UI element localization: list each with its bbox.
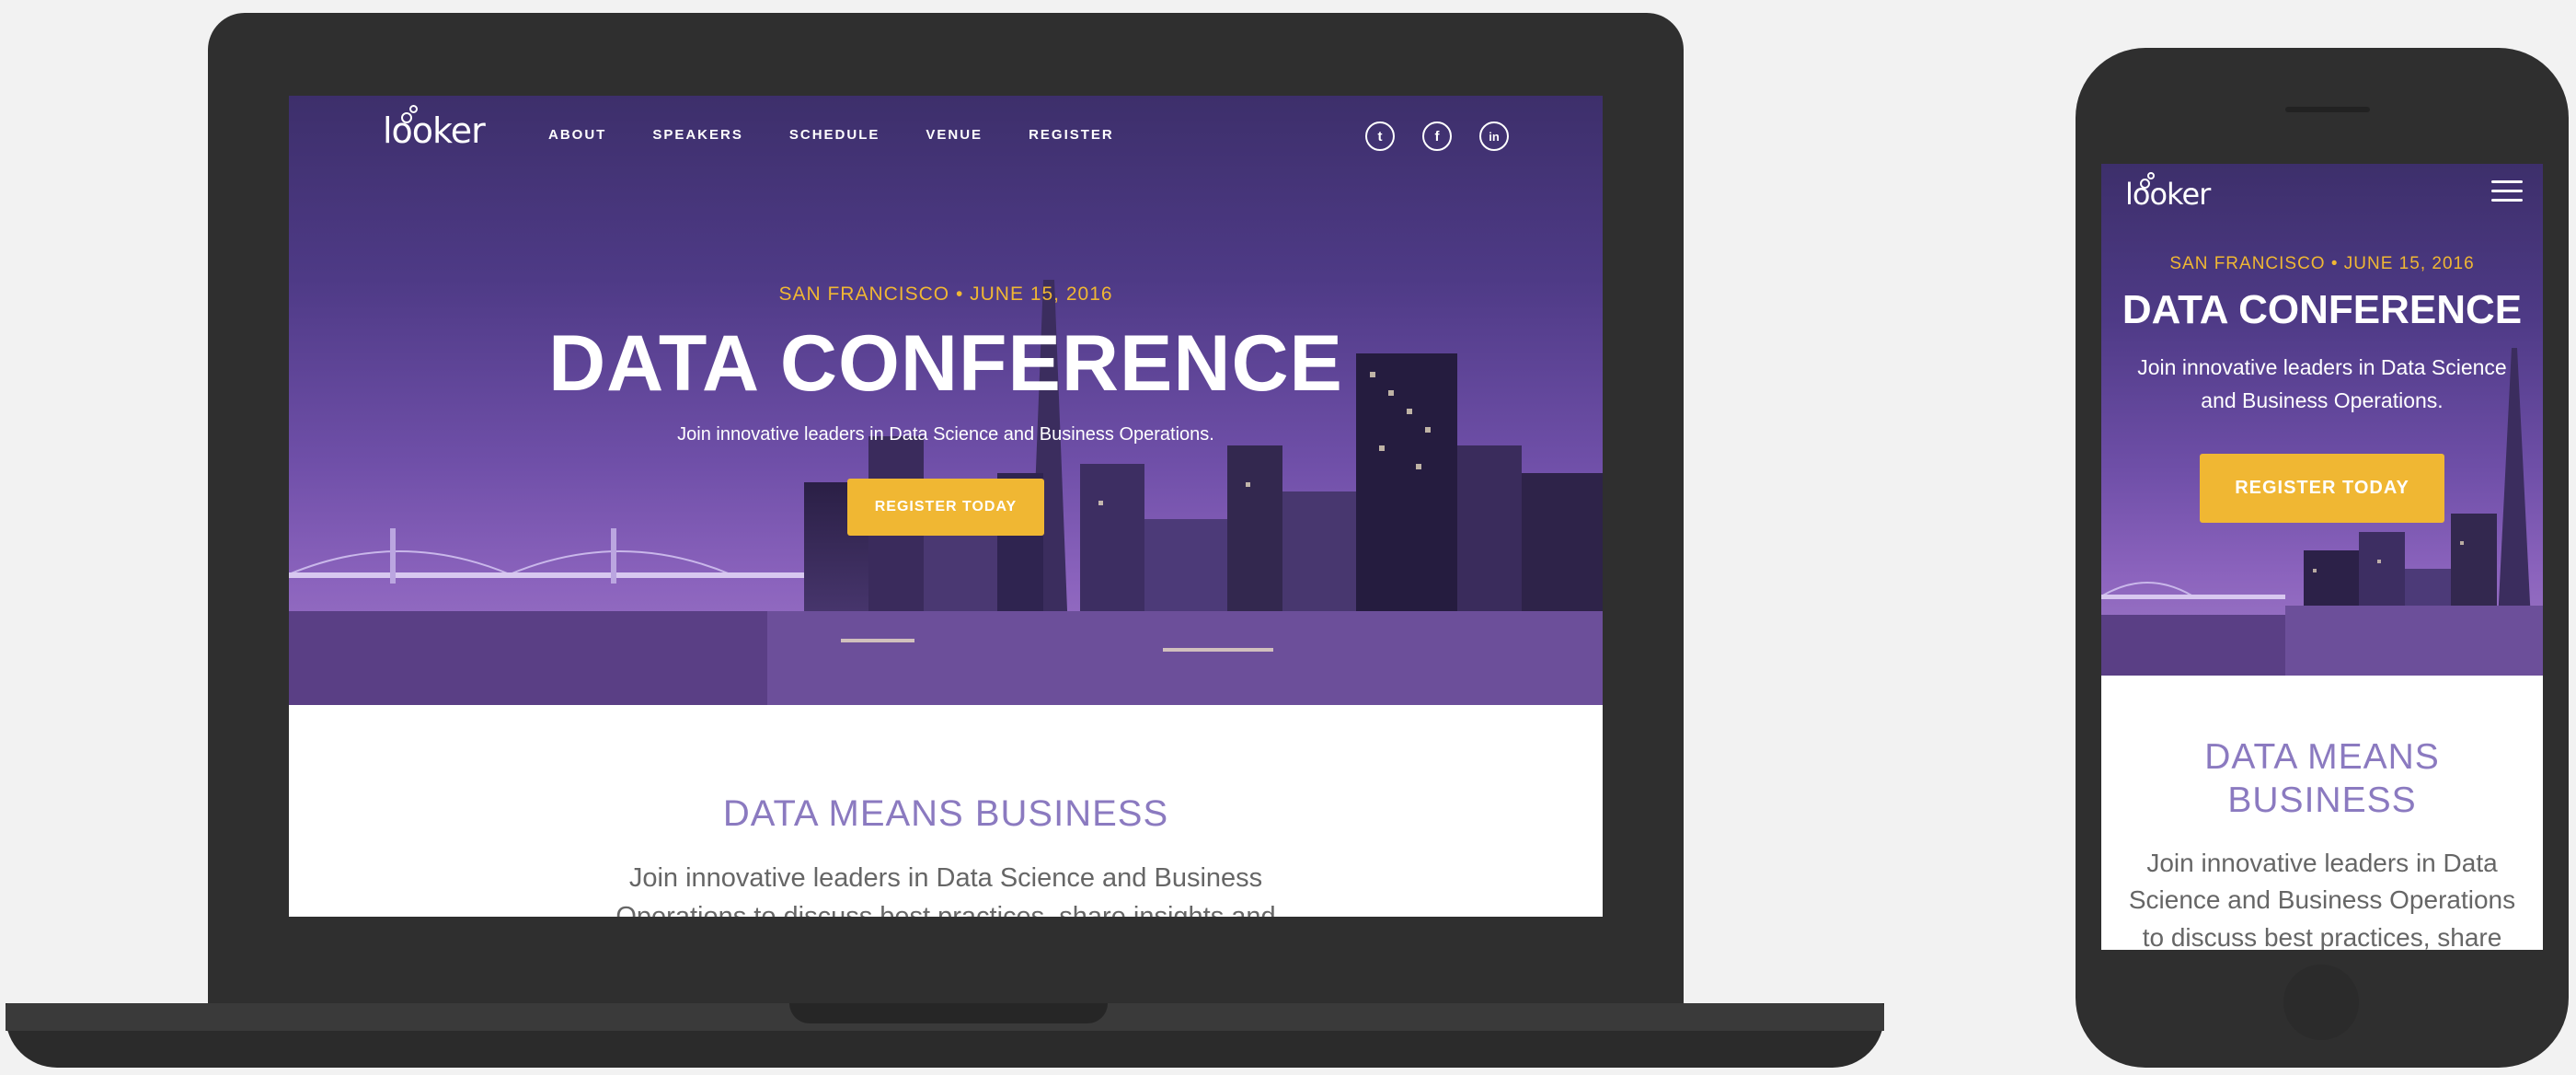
phone-home-button <box>2283 965 2359 1040</box>
section-text: Join innovative leaders in Data Science … <box>615 863 1275 917</box>
linkedin-icon[interactable]: in <box>1479 121 1509 151</box>
phone-speaker <box>2285 107 2370 112</box>
mobile-about-section: DATA MEANS BUSINESS Join innovative lead… <box>2101 676 2543 950</box>
laptop-base <box>6 1003 1884 1068</box>
phone-screen: looker SAN FRANCISCO • JUNE 15, 2016 DAT… <box>2101 164 2543 950</box>
about-section: DATA MEANS BUSINESS Join innovative lead… <box>289 705 1603 917</box>
mobile-hero-eyebrow: SAN FRANCISCO • JUNE 15, 2016 <box>2169 254 2475 273</box>
mobile-hero-content: SAN FRANCISCO • JUNE 15, 2016 DATA CONFE… <box>2101 254 2543 524</box>
mobile-section-text: Join innovative leaders in Data Science … <box>2128 848 2516 950</box>
mobile-register-today-button[interactable]: REGISTER TODAY <box>2200 454 2444 524</box>
device-mockup-stage: looker ABOUT SPEAKERS SCHEDULE VENUE REG… <box>0 0 2576 1075</box>
hamburger-menu-icon[interactable] <box>2491 180 2523 208</box>
nav-menu: ABOUT SPEAKERS SCHEDULE VENUE REGISTER <box>548 127 1160 143</box>
mobile-section-title: DATA MEANS BUSINESS <box>2204 737 2440 820</box>
hero-title: DATA CONFERENCE <box>548 319 1343 408</box>
hero-subtitle: Join innovative leaders in Data Science … <box>677 424 1214 445</box>
laptop-notch <box>789 1003 1108 1023</box>
nav-item-venue[interactable]: VENUE <box>926 127 983 143</box>
top-navigation: looker ABOUT SPEAKERS SCHEDULE VENUE REG… <box>289 96 1603 188</box>
hero-banner: looker ABOUT SPEAKERS SCHEDULE VENUE REG… <box>289 96 1603 705</box>
mobile-hero-banner: looker SAN FRANCISCO • JUNE 15, 2016 DAT… <box>2101 164 2543 676</box>
nav-item-register[interactable]: REGISTER <box>1029 127 1114 143</box>
logo-text: looker <box>383 110 486 151</box>
logo-ring-small-icon <box>409 105 418 113</box>
mobile-logo-ring-small-icon <box>2147 172 2155 179</box>
section-title: DATA MEANS BUSINESS <box>722 793 1169 834</box>
facebook-icon[interactable]: f <box>1422 121 1452 151</box>
hero-content: SAN FRANCISCO • JUNE 15, 2016 DATA CONFE… <box>289 283 1603 536</box>
laptop-screen: looker ABOUT SPEAKERS SCHEDULE VENUE REG… <box>289 96 1603 917</box>
looker-logo[interactable]: looker <box>383 105 486 151</box>
mobile-hero-title: DATA CONFERENCE <box>2122 287 2523 332</box>
nav-item-about[interactable]: ABOUT <box>548 127 606 143</box>
hero-eyebrow: SAN FRANCISCO • JUNE 15, 2016 <box>778 283 1113 305</box>
mobile-logo-text: looker <box>2125 177 2211 212</box>
mobile-logo-ring-icon <box>2140 179 2150 189</box>
logo-ring-icon <box>401 112 412 123</box>
twitter-icon[interactable]: t <box>1365 121 1395 151</box>
register-today-button[interactable]: REGISTER TODAY <box>846 479 1045 536</box>
social-links: t f in <box>1365 121 1509 151</box>
mobile-hero-subtitle: Join innovative leaders in Data Science … <box>2137 355 2507 412</box>
nav-item-speakers[interactable]: SPEAKERS <box>652 127 743 143</box>
nav-item-schedule[interactable]: SCHEDULE <box>789 127 880 143</box>
mobile-looker-logo[interactable]: looker <box>2125 172 2211 212</box>
